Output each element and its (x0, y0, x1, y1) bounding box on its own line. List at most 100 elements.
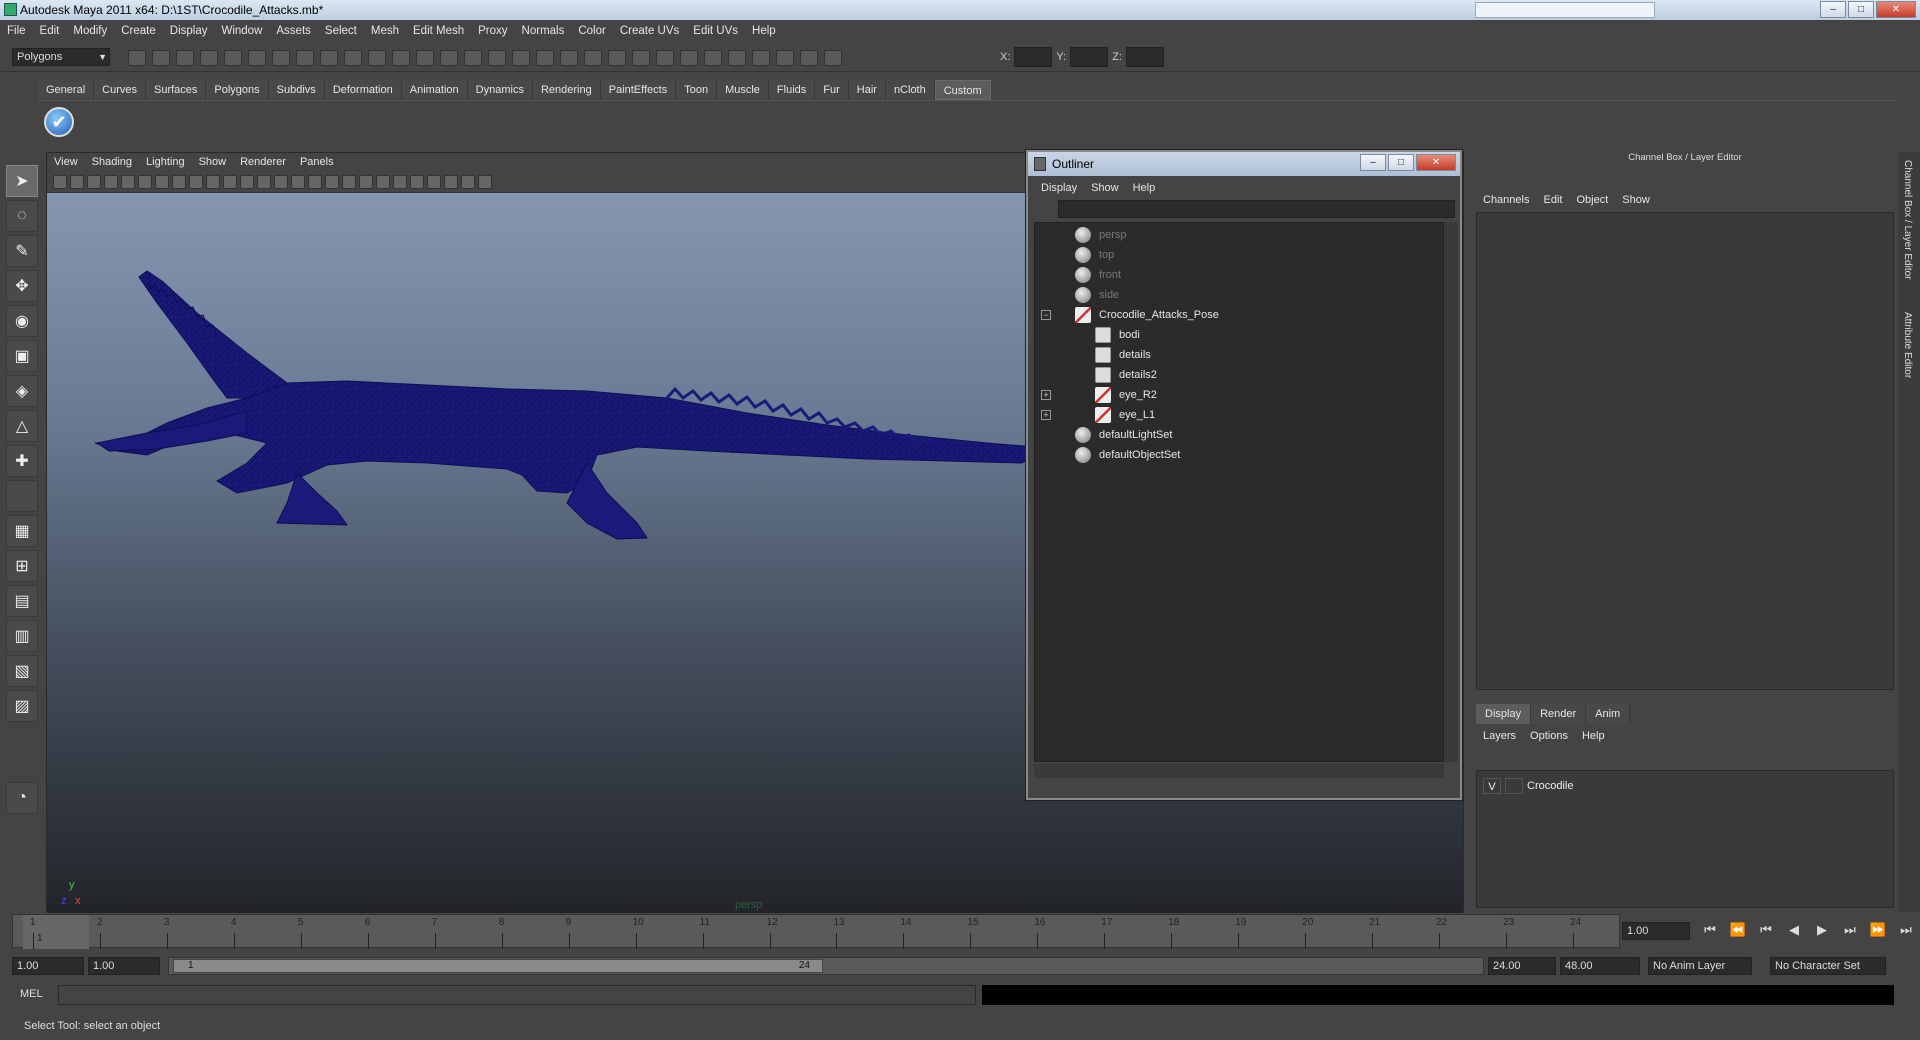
status-tool-icon[interactable] (416, 50, 434, 66)
viewport-tool-icon[interactable] (393, 175, 407, 189)
viewport-tool-icon[interactable] (427, 175, 441, 189)
outliner-item[interactable]: + eye_R2 (1035, 385, 1435, 405)
menu-proxy[interactable]: Proxy (471, 25, 514, 37)
show-manipulator-icon[interactable]: ✚ (6, 445, 38, 477)
menu-help[interactable]: Help (745, 25, 783, 37)
status-tool-icon[interactable] (296, 50, 314, 66)
shelf-tab-polygons[interactable]: Polygons (206, 80, 269, 100)
layer-menu-options[interactable]: Options (1523, 726, 1575, 746)
channel-box-menu-show[interactable]: Show (1615, 190, 1657, 210)
viewport-tool-icon[interactable] (240, 175, 254, 189)
select-tool-icon[interactable]: ➤ (6, 165, 38, 197)
mel-input[interactable] (58, 985, 976, 1005)
shelf-tab-curves[interactable]: Curves (94, 80, 146, 100)
maximize-button[interactable]: □ (1848, 1, 1874, 18)
four-view-layout-icon[interactable]: ⊞ (6, 550, 38, 582)
viewport-tool-icon[interactable] (138, 175, 152, 189)
status-tool-icon[interactable] (800, 50, 818, 66)
menu-display[interactable]: Display (163, 25, 215, 37)
playback-start-field[interactable]: 1.00 (88, 957, 160, 975)
status-tool-icon[interactable] (560, 50, 578, 66)
viewport-menu-renderer[interactable]: Renderer (233, 156, 293, 168)
layer-tab-display[interactable]: Display (1476, 704, 1532, 724)
status-tool-icon[interactable] (440, 50, 458, 66)
menu-mesh[interactable]: Mesh (364, 25, 406, 37)
viewport-tool-icon[interactable] (291, 175, 305, 189)
outliner-item[interactable]: − Crocodile_Attacks_Pose (1035, 305, 1435, 325)
outliner-item[interactable]: details (1035, 345, 1435, 365)
paint-select-tool-icon[interactable]: ✎ (6, 235, 38, 267)
minimize-button[interactable]: – (1820, 1, 1846, 18)
lasso-tool-icon[interactable]: ◌ (6, 200, 38, 232)
viewport-tool-icon[interactable] (104, 175, 118, 189)
hypershade-layout-icon[interactable]: ▧ (6, 655, 38, 687)
range-slider-thumb[interactable]: 1 24 (173, 959, 823, 973)
viewport-tool-icon[interactable] (206, 175, 220, 189)
play-backwards-icon[interactable]: ◀ (1784, 922, 1804, 938)
status-tool-icon[interactable] (608, 50, 626, 66)
persp-outliner-layout-icon[interactable]: ▤ (6, 585, 38, 617)
channel-box-menu-channels[interactable]: Channels (1476, 190, 1536, 210)
side-tab-attribute-editor[interactable]: Attribute Editor (1902, 312, 1913, 378)
status-tool-icon[interactable] (632, 50, 650, 66)
move-tool-icon[interactable]: ✥ (6, 270, 38, 302)
outliner-titlebar[interactable]: Outliner – □ ✕ (1028, 152, 1460, 176)
outliner-item[interactable]: defaultObjectSet (1035, 445, 1435, 465)
menu-select[interactable]: Select (318, 25, 364, 37)
menu-edit[interactable]: Edit (33, 25, 67, 37)
menu-create-uvs[interactable]: Create UVs (613, 25, 686, 37)
manipulator-tool-icon[interactable]: ◈ (6, 375, 38, 407)
outliner-vertical-scrollbar[interactable] (1444, 222, 1458, 762)
status-tool-icon[interactable] (344, 50, 362, 66)
menu-edit-uvs[interactable]: Edit UVs (686, 25, 745, 37)
channel-box-menu-object[interactable]: Object (1569, 190, 1615, 210)
layer-display-type-toggle[interactable] (1505, 778, 1523, 794)
render-view-icon[interactable]: ◔ (6, 782, 38, 814)
viewport-tool-icon[interactable] (359, 175, 373, 189)
status-tool-icon[interactable] (512, 50, 530, 66)
outliner-horizontal-scrollbar[interactable] (1034, 764, 1444, 778)
viewport-tool-icon[interactable] (70, 175, 84, 189)
step-forward-frame-icon[interactable]: ⏭ (1840, 922, 1860, 938)
menu-file[interactable]: File (0, 25, 33, 37)
shelf-tab-painteffects[interactable]: PaintEffects (600, 80, 677, 100)
shelf-tab-custom[interactable]: Custom (934, 80, 991, 100)
go-to-start-icon[interactable]: ⏮ (1700, 922, 1720, 938)
viewport-tool-icon[interactable] (308, 175, 322, 189)
status-tool-icon[interactable] (248, 50, 266, 66)
viewport-menu-lighting[interactable]: Lighting (139, 156, 192, 168)
status-tool-icon[interactable] (776, 50, 794, 66)
channel-box-area[interactable] (1476, 212, 1894, 690)
expand-toggle-icon[interactable]: + (1041, 410, 1051, 420)
status-tool-icon[interactable] (728, 50, 746, 66)
shelf-tab-muscle[interactable]: Muscle (717, 80, 769, 100)
status-tool-icon[interactable] (752, 50, 770, 66)
outliner-item[interactable]: top (1035, 245, 1435, 265)
layer-menu-help[interactable]: Help (1575, 726, 1612, 746)
status-tool-icon[interactable] (176, 50, 194, 66)
menu-color[interactable]: Color (571, 25, 612, 37)
layer-row[interactable]: V Crocodile (1483, 777, 1887, 795)
mel-label[interactable]: MEL (20, 988, 43, 1000)
shelf-tab-deformation[interactable]: Deformation (324, 80, 402, 100)
shelf-tab-animation[interactable]: Animation (401, 80, 468, 100)
persp-graph-layout-icon[interactable]: ▥ (6, 620, 38, 652)
viewport-tool-icon[interactable] (121, 175, 135, 189)
help-search-field[interactable] (1475, 2, 1655, 18)
viewport-menu-show[interactable]: Show (192, 156, 234, 168)
menu-normals[interactable]: Normals (515, 25, 572, 37)
menu-set-selector[interactable]: Polygons ▼ (12, 48, 110, 66)
side-tab-channel-box[interactable]: Channel Box / Layer Editor (1902, 160, 1913, 280)
viewport-tool-icon[interactable] (223, 175, 237, 189)
playback-end-field[interactable]: 24.00 (1488, 957, 1556, 975)
outliner-item[interactable]: defaultLightSet (1035, 425, 1435, 445)
status-tool-icon[interactable] (584, 50, 602, 66)
status-tool-icon[interactable] (128, 50, 146, 66)
viewport-tool-icon[interactable] (325, 175, 339, 189)
end-time-field[interactable]: 48.00 (1560, 957, 1640, 975)
status-tool-icon[interactable] (824, 50, 842, 66)
status-tool-icon[interactable] (536, 50, 554, 66)
viewport-tool-icon[interactable] (257, 175, 271, 189)
status-tool-icon[interactable] (488, 50, 506, 66)
custom-shelf-check-icon[interactable]: ✔ (44, 107, 74, 137)
